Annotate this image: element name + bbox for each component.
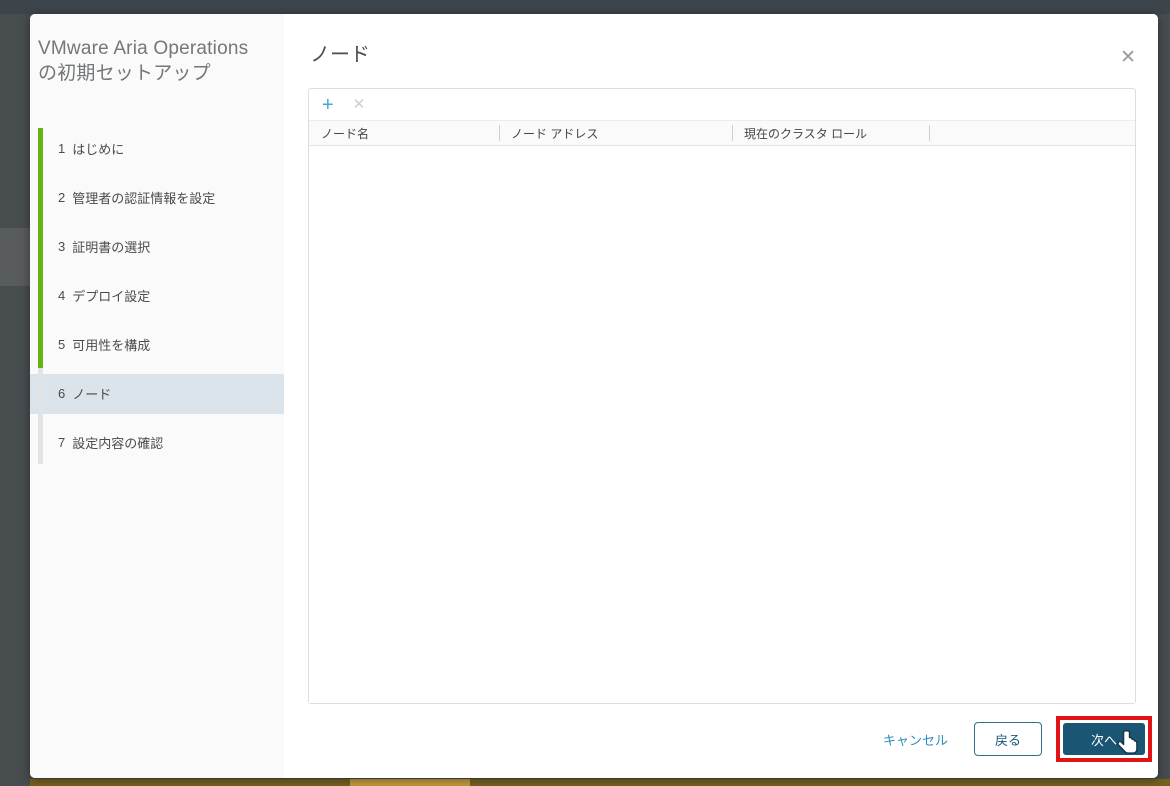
desktop-background-patch bbox=[0, 228, 30, 286]
setup-wizard-dialog: VMware Aria Operations の初期セットアップ 1 はじめに … bbox=[30, 14, 1158, 778]
page-title: ノード bbox=[310, 44, 370, 66]
step-label: デプロイ設定 bbox=[72, 289, 151, 304]
cancel-button[interactable]: キャンセル bbox=[883, 730, 948, 749]
wizard-content: ノード ✕ + ✕ ノード名 ノード アドレス 現在のクラスタ ロール キャンセ… bbox=[284, 14, 1158, 778]
column-header-empty bbox=[929, 121, 1135, 145]
column-header-node-address[interactable]: ノード アドレス bbox=[499, 121, 732, 145]
steps-progress-bar-remaining bbox=[38, 368, 43, 464]
wizard-title: VMware Aria Operations の初期セットアップ bbox=[38, 38, 249, 84]
desktop-background-bottom-bar bbox=[30, 779, 1170, 786]
wizard-sidebar: VMware Aria Operations の初期セットアップ 1 はじめに … bbox=[30, 14, 284, 778]
step-number: 4 bbox=[58, 288, 66, 303]
desktop-background-top bbox=[0, 0, 1170, 14]
step-number: 6 bbox=[58, 386, 66, 401]
back-button[interactable]: 戻る bbox=[974, 722, 1042, 756]
step-number: 1 bbox=[58, 141, 66, 156]
step-item-2[interactable]: 2 管理者の認証情報を設定 bbox=[30, 173, 284, 222]
add-node-icon[interactable]: + bbox=[322, 95, 334, 115]
step-label: 管理者の認証情報を設定 bbox=[72, 191, 216, 206]
step-label: 可用性を構成 bbox=[72, 338, 151, 353]
step-item-5[interactable]: 5 可用性を構成 bbox=[30, 320, 284, 369]
close-icon[interactable]: ✕ bbox=[1120, 48, 1136, 67]
step-item-1[interactable]: 1 はじめに bbox=[30, 124, 284, 173]
wizard-steps: 1 はじめに 2 管理者の認証情報を設定 3 証明書の選択 4 デプロイ設定 5… bbox=[30, 124, 284, 467]
datagrid-empty-body bbox=[309, 146, 1135, 703]
step-item-6-active[interactable]: 6 ノード bbox=[30, 373, 284, 414]
step-item-3[interactable]: 3 証明書の選択 bbox=[30, 222, 284, 271]
datagrid-header-row: ノード名 ノード アドレス 現在のクラスタ ロール bbox=[309, 120, 1135, 146]
step-label: 設定内容の確認 bbox=[72, 436, 164, 451]
step-label: 証明書の選択 bbox=[72, 240, 151, 255]
next-button[interactable]: 次へ bbox=[1063, 723, 1145, 755]
desktop-background-bottom-bar-gold bbox=[350, 779, 470, 786]
step-item-4[interactable]: 4 デプロイ設定 bbox=[30, 271, 284, 320]
datagrid-toolbar: + ✕ bbox=[309, 89, 1135, 120]
annotation-highlight-box: 次へ bbox=[1056, 716, 1152, 762]
step-number: 7 bbox=[58, 435, 66, 450]
remove-node-icon[interactable]: ✕ bbox=[353, 97, 366, 112]
step-number: 5 bbox=[58, 337, 66, 352]
wizard-footer: キャンセル 戻る 次へ bbox=[883, 716, 1152, 762]
step-label: ノード bbox=[72, 387, 112, 402]
step-number: 2 bbox=[58, 190, 66, 205]
column-header-cluster-role[interactable]: 現在のクラスタ ロール bbox=[732, 121, 929, 145]
step-item-7[interactable]: 7 設定内容の確認 bbox=[30, 418, 284, 467]
steps-progress-bar-completed bbox=[38, 128, 43, 368]
nodes-datagrid: + ✕ ノード名 ノード アドレス 現在のクラスタ ロール bbox=[308, 88, 1136, 704]
column-header-node-name[interactable]: ノード名 bbox=[309, 121, 499, 145]
step-label: はじめに bbox=[72, 142, 125, 157]
step-number: 3 bbox=[58, 239, 66, 254]
